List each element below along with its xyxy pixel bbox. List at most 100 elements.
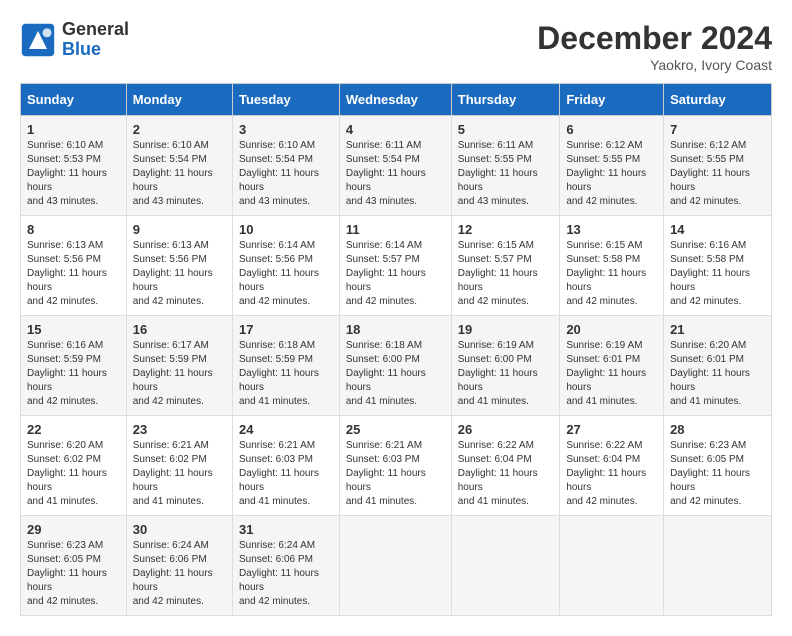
day-info: Sunrise: 6:10 AMSunset: 5:53 PMDaylight:… [27,139,120,209]
day-number: 12 [458,222,554,237]
day-number: 2 [133,122,226,137]
calendar-cell: 18 Sunrise: 6:18 AMSunset: 6:00 PMDayligh… [339,316,451,416]
calendar-week-5: 29 Sunrise: 6:23 AMSunset: 6:05 PMDayligh… [21,516,772,616]
day-info: Sunrise: 6:14 AMSunset: 5:56 PMDaylight:… [239,239,333,309]
day-number: 3 [239,122,333,137]
calendar-table: Sunday Monday Tuesday Wednesday Thursday… [20,83,772,616]
day-number: 18 [346,322,445,337]
day-number: 1 [27,122,120,137]
calendar-cell: 5Sunrise: 6:11 AMSunset: 5:55 PMDaylight… [451,116,560,216]
logo-icon [20,22,56,58]
day-info: Sunrise: 6:13 AMSunset: 5:56 PMDaylight:… [133,239,226,309]
day-info: Sunrise: 6:24 AMSunset: 6:06 PMDaylight:… [133,539,226,609]
calendar-cell: 4Sunrise: 6:11 AMSunset: 5:54 PMDaylight… [339,116,451,216]
day-number: 14 [670,222,765,237]
calendar-cell: 19Sunrise: 6:19 AMSunset: 6:00 PMDayligh… [451,316,560,416]
calendar-cell: 2 Sunrise: 6:10 AMSunset: 5:54 PMDaylight… [126,116,232,216]
day-number: 20 [566,322,657,337]
day-info: Sunrise: 6:14 AMSunset: 5:57 PMDaylight:… [346,239,445,309]
day-info: Sunrise: 6:23 AMSunset: 6:05 PMDaylight:… [27,539,120,609]
calendar-cell: 22Sunrise: 6:20 AMSunset: 6:02 PMDayligh… [21,416,127,516]
calendar-cell: 16Sunrise: 6:17 AMSunset: 5:59 PMDayligh… [126,316,232,416]
calendar-cell [451,516,560,616]
calendar-cell: 6 Sunrise: 6:12 AMSunset: 5:55 PMDaylight… [560,116,664,216]
col-monday: Monday [126,84,232,116]
day-info: Sunrise: 6:24 AMSunset: 6:06 PMDaylight:… [239,539,333,609]
col-sunday: Sunday [21,84,127,116]
day-number: 25 [346,422,445,437]
calendar-cell: 9Sunrise: 6:13 AMSunset: 5:56 PMDaylight… [126,216,232,316]
day-number: 6 [566,122,657,137]
day-number: 7 [670,122,765,137]
month-year: December 2024 [537,20,772,57]
day-info: Sunrise: 6:18 AMSunset: 6:00 PMDaylight:… [346,339,445,409]
calendar-header: Sunday Monday Tuesday Wednesday Thursday… [21,84,772,116]
day-info: Sunrise: 6:21 AMSunset: 6:03 PMDaylight:… [346,439,445,509]
calendar-cell: 24 Sunrise: 6:21 AMSunset: 6:03 PMDayligh… [232,416,339,516]
title-block: December 2024 Yaokro, Ivory Coast [537,20,772,73]
page-header: General Blue December 2024 Yaokro, Ivory… [20,20,772,73]
day-info: Sunrise: 6:15 AMSunset: 5:58 PMDaylight:… [566,239,657,309]
day-info: Sunrise: 6:10 AMSunset: 5:54 PMDaylight:… [133,139,226,209]
calendar-cell: 26 Sunrise: 6:22 AMSunset: 6:04 PMDayligh… [451,416,560,516]
day-number: 23 [133,422,226,437]
day-number: 17 [239,322,333,337]
calendar-cell: 15 Sunrise: 6:16 AMSunset: 5:59 PMDayligh… [21,316,127,416]
day-info: Sunrise: 6:13 AMSunset: 5:56 PMDaylight:… [27,239,120,309]
day-number: 16 [133,322,226,337]
calendar-cell: 23Sunrise: 6:21 AMSunset: 6:02 PMDayligh… [126,416,232,516]
day-number: 28 [670,422,765,437]
day-number: 15 [27,322,120,337]
day-number: 10 [239,222,333,237]
day-info: Sunrise: 6:22 AMSunset: 6:04 PMDaylight:… [566,439,657,509]
calendar-cell: 8 Sunrise: 6:13 AMSunset: 5:56 PMDaylight… [21,216,127,316]
day-number: 27 [566,422,657,437]
col-saturday: Saturday [664,84,772,116]
day-info: Sunrise: 6:12 AMSunset: 5:55 PMDaylight:… [670,139,765,209]
day-info: Sunrise: 6:18 AMSunset: 5:59 PMDaylight:… [239,339,333,409]
day-info: Sunrise: 6:16 AMSunset: 5:58 PMDaylight:… [670,239,765,309]
day-number: 26 [458,422,554,437]
day-info: Sunrise: 6:15 AMSunset: 5:57 PMDaylight:… [458,239,554,309]
calendar-cell: 1 Sunrise: 6:10 AMSunset: 5:53 PMDaylight… [21,116,127,216]
calendar-cell: 13 Sunrise: 6:15 AMSunset: 5:58 PMDayligh… [560,216,664,316]
calendar-body: 1 Sunrise: 6:10 AMSunset: 5:53 PMDaylight… [21,116,772,616]
col-friday: Friday [560,84,664,116]
calendar-week-2: 8 Sunrise: 6:13 AMSunset: 5:56 PMDaylight… [21,216,772,316]
day-number: 13 [566,222,657,237]
day-info: Sunrise: 6:23 AMSunset: 6:05 PMDaylight:… [670,439,765,509]
day-info: Sunrise: 6:12 AMSunset: 5:55 PMDaylight:… [566,139,657,209]
calendar-cell: 3 Sunrise: 6:10 AMSunset: 5:54 PMDaylight… [232,116,339,216]
calendar-cell: 10 Sunrise: 6:14 AMSunset: 5:56 PMDayligh… [232,216,339,316]
day-number: 21 [670,322,765,337]
day-info: Sunrise: 6:20 AMSunset: 6:01 PMDaylight:… [670,339,765,409]
day-number: 4 [346,122,445,137]
col-tuesday: Tuesday [232,84,339,116]
logo: General Blue [20,20,129,60]
day-number: 30 [133,522,226,537]
calendar-cell [664,516,772,616]
col-wednesday: Wednesday [339,84,451,116]
day-number: 22 [27,422,120,437]
logo-line2: Blue [62,40,129,60]
day-info: Sunrise: 6:11 AMSunset: 5:55 PMDaylight:… [458,139,554,209]
day-info: Sunrise: 6:10 AMSunset: 5:54 PMDaylight:… [239,139,333,209]
day-info: Sunrise: 6:22 AMSunset: 6:04 PMDaylight:… [458,439,554,509]
calendar-cell: 28 Sunrise: 6:23 AMSunset: 6:05 PMDayligh… [664,416,772,516]
calendar-cell: 7 Sunrise: 6:12 AMSunset: 5:55 PMDaylight… [664,116,772,216]
day-number: 31 [239,522,333,537]
calendar-cell: 11Sunrise: 6:14 AMSunset: 5:57 PMDayligh… [339,216,451,316]
calendar-week-3: 15 Sunrise: 6:16 AMSunset: 5:59 PMDayligh… [21,316,772,416]
calendar-week-1: 1 Sunrise: 6:10 AMSunset: 5:53 PMDaylight… [21,116,772,216]
day-number: 29 [27,522,120,537]
calendar-cell: 20Sunrise: 6:19 AMSunset: 6:01 PMDayligh… [560,316,664,416]
day-info: Sunrise: 6:21 AMSunset: 6:03 PMDaylight:… [239,439,333,509]
day-number: 8 [27,222,120,237]
day-info: Sunrise: 6:16 AMSunset: 5:59 PMDaylight:… [27,339,120,409]
calendar-week-4: 22Sunrise: 6:20 AMSunset: 6:02 PMDayligh… [21,416,772,516]
col-thursday: Thursday [451,84,560,116]
calendar-cell: 14 Sunrise: 6:16 AMSunset: 5:58 PMDayligh… [664,216,772,316]
logo-line1: General [62,20,129,40]
calendar-cell: 25 Sunrise: 6:21 AMSunset: 6:03 PMDayligh… [339,416,451,516]
day-number: 24 [239,422,333,437]
